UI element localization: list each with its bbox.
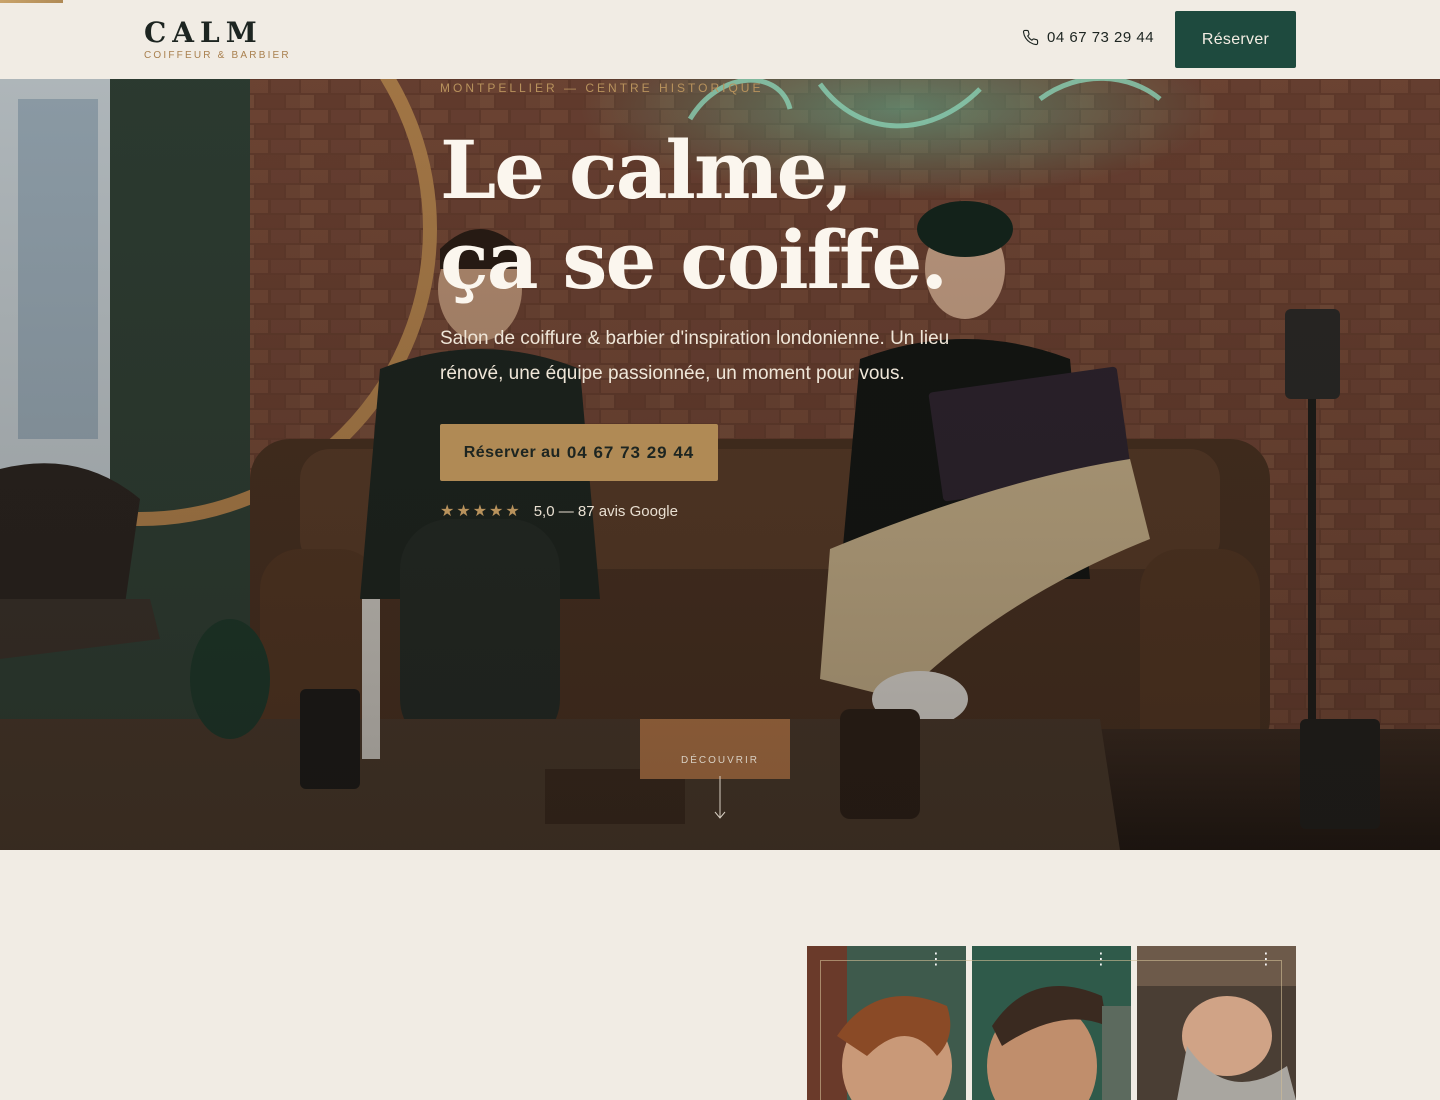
brand-logo[interactable]: CALM COIFFEUR & BARBIER bbox=[144, 16, 291, 62]
scroll-down-hint[interactable]: DÉCOUVRIR bbox=[681, 755, 759, 820]
scroll-progress-bar bbox=[0, 0, 63, 3]
hero-title: Le calme, ça se coiffe. bbox=[440, 125, 1140, 305]
hero-cta-phone: 04 67 73 29 44 bbox=[566, 442, 695, 462]
hero-cta-prefix: Réserver au bbox=[463, 443, 561, 461]
brand-tagline: COIFFEUR & BARBIER bbox=[144, 50, 291, 61]
rating-text: 5,0 — 87 avis Google bbox=[533, 502, 678, 520]
header-phone-link[interactable]: 04 67 73 29 44 bbox=[1022, 29, 1154, 46]
more-vertical-icon[interactable]: ⋮ bbox=[928, 952, 944, 968]
gallery-thumb-fade[interactable]: ⋮ bbox=[972, 946, 1131, 1100]
header-phone-number: 04 67 73 29 44 bbox=[1047, 29, 1155, 46]
phone-icon bbox=[1022, 29, 1039, 46]
gallery-preview: ⋮ ⋮ ⋮ bbox=[807, 946, 1296, 1100]
star-rating-icon: ★★★★★ bbox=[440, 503, 522, 520]
hero-eyebrow: MONTPELLIER — CENTRE HISTORIQUE bbox=[440, 81, 764, 95]
google-rating[interactable]: ★★★★★ 5,0 — 87 avis Google bbox=[440, 501, 678, 521]
hero-reserve-button[interactable]: Réserver au 04 67 73 29 44 bbox=[440, 424, 718, 481]
gallery-thumb-mullet[interactable]: ⋮ bbox=[807, 946, 966, 1100]
reserve-button[interactable]: Réserver bbox=[1175, 11, 1296, 68]
hero-title-line-1: Le calme, bbox=[440, 123, 853, 217]
gallery-thumb-beard[interactable]: ⋮ bbox=[1137, 946, 1296, 1100]
gallery-photo bbox=[807, 946, 966, 1100]
gallery-photo bbox=[1137, 946, 1296, 1100]
hero-title-line-2: ça se coiffe. bbox=[440, 213, 948, 307]
site-header: CALM COIFFEUR & BARBIER 04 67 73 29 44 R… bbox=[0, 0, 1440, 79]
hero-section: MONTPELLIER — CENTRE HISTORIQUE Le calme… bbox=[0, 79, 1440, 850]
brand-name: CALM bbox=[144, 16, 263, 49]
gallery-photo bbox=[972, 946, 1131, 1100]
more-vertical-icon[interactable]: ⋮ bbox=[1258, 952, 1274, 968]
scroll-label: DÉCOUVRIR bbox=[680, 755, 760, 766]
hero-subtitle: Salon de coiffure & barbier d'inspiratio… bbox=[440, 328, 950, 384]
arrow-down-icon bbox=[714, 776, 726, 819]
more-vertical-icon[interactable]: ⋮ bbox=[1093, 952, 1109, 968]
